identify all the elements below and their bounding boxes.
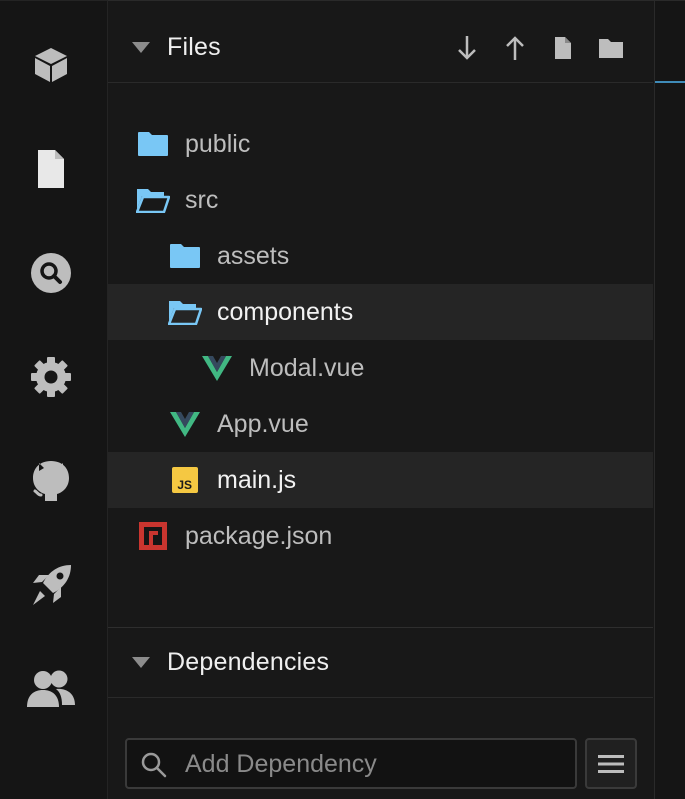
active-tab-indicator [655, 81, 685, 83]
js-icon: JS [168, 463, 202, 497]
collapse-caret-icon[interactable] [132, 42, 150, 53]
add-dependency-search[interactable] [125, 738, 577, 789]
tree-item-app-vue[interactable]: App.vue [108, 396, 653, 452]
editor-area [655, 0, 685, 799]
tree-item-public[interactable]: public [108, 116, 653, 172]
activity-bar [0, 0, 108, 799]
add-dependency-input[interactable] [183, 746, 563, 782]
folder-open-icon [168, 295, 202, 329]
github-icon[interactable] [24, 454, 78, 508]
tree-item-label: components [217, 297, 354, 326]
vue-icon [168, 407, 202, 441]
sidebar-panel: Files public src assets components Modal… [108, 0, 655, 799]
tree-item-components[interactable]: components [108, 284, 653, 340]
npm-icon [136, 519, 170, 553]
search-icon [141, 752, 167, 783]
hamburger-icon [598, 754, 624, 773]
app-window: Files public src assets components Modal… [0, 0, 685, 799]
tree-item-assets[interactable]: assets [108, 228, 653, 284]
arrow-down-icon[interactable] [443, 24, 491, 72]
folder-icon [136, 127, 170, 161]
tree-item-main-js[interactable]: JS main.js [108, 452, 653, 508]
new-file-icon[interactable] [539, 24, 587, 72]
tree-item-label: assets [217, 241, 290, 270]
vue-icon [200, 351, 234, 385]
tree-item-label: main.js [217, 465, 297, 494]
tree-item-label: src [185, 185, 219, 214]
file-icon[interactable] [24, 142, 78, 196]
files-section-header[interactable]: Files [108, 13, 653, 83]
cube-icon[interactable] [24, 38, 78, 92]
file-tree: public src assets components Modal.vue A… [108, 116, 653, 564]
folder-open-icon [136, 183, 170, 217]
new-folder-icon[interactable] [587, 24, 635, 72]
dependencies-title: Dependencies [167, 648, 330, 676]
files-header-actions [443, 13, 635, 83]
tree-item-modal-vue[interactable]: Modal.vue [108, 340, 653, 396]
collapse-caret-icon[interactable] [132, 657, 150, 668]
users-icon[interactable] [24, 662, 78, 716]
tree-item-label: public [185, 129, 251, 158]
files-title: Files [167, 33, 221, 61]
tree-item-label: package.json [185, 521, 333, 550]
tree-item-label: Modal.vue [249, 353, 365, 382]
tree-item-package-json[interactable]: package.json [108, 508, 653, 564]
arrow-up-icon[interactable] [491, 24, 539, 72]
svg-text:JS: JS [177, 478, 192, 492]
search-icon[interactable] [24, 246, 78, 300]
rocket-icon[interactable] [24, 558, 78, 612]
gear-icon[interactable] [24, 350, 78, 404]
dependencies-menu-button[interactable] [585, 738, 637, 789]
folder-icon [168, 239, 202, 273]
tree-item-label: App.vue [217, 409, 309, 438]
dependencies-section-header[interactable]: Dependencies [108, 628, 653, 698]
tree-item-src[interactable]: src [108, 172, 653, 228]
